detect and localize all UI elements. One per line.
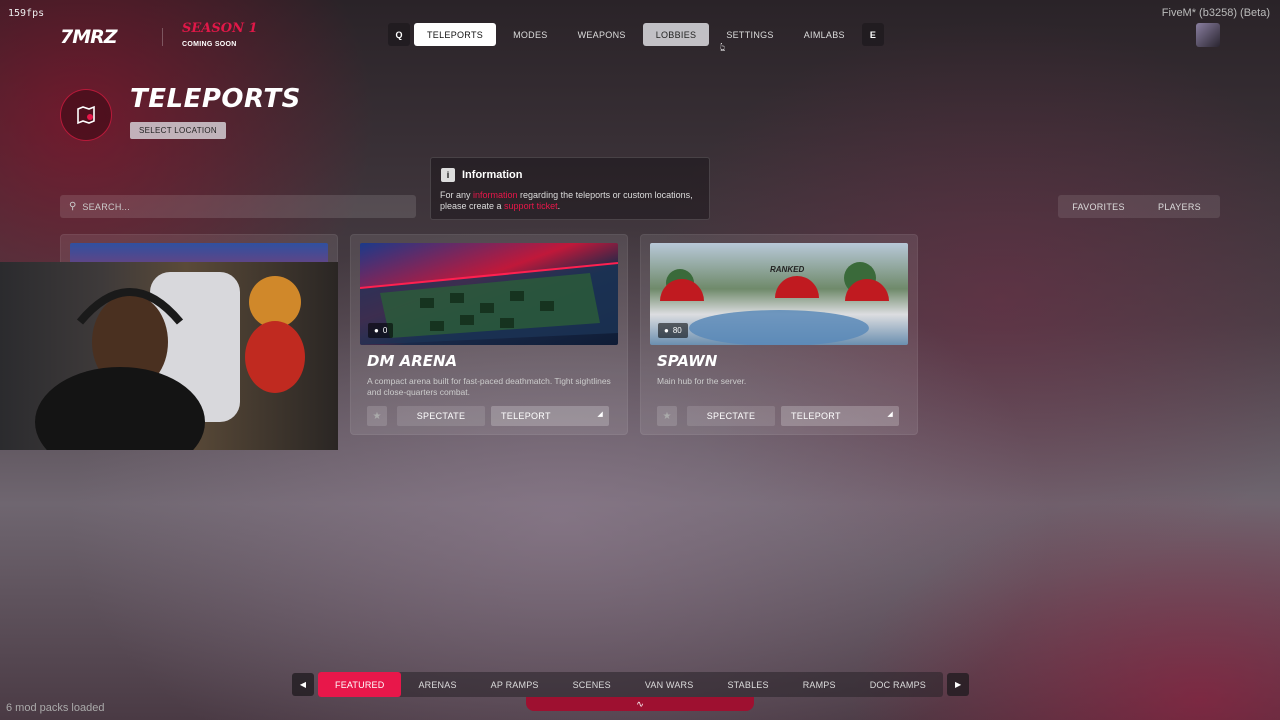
info-link[interactable]: information xyxy=(473,190,518,200)
location-image: ● 0 xyxy=(360,243,618,345)
chevron-right-icon: ▶ xyxy=(954,680,962,689)
player-count-value: 80 xyxy=(672,326,682,335)
spectate-button[interactable]: SPECTATE xyxy=(687,406,775,426)
spectate-button[interactable]: SPECTATE xyxy=(397,406,485,426)
tab-weapons[interactable]: WEAPONS xyxy=(565,23,639,46)
favorite-button[interactable]: ★ xyxy=(367,406,387,426)
webcam-overlay xyxy=(0,262,338,450)
tab-favorites[interactable]: FAVORITES xyxy=(1058,195,1139,218)
location-card-spawn[interactable]: RANKED ● 80 SPAWN Main hub for the server… xyxy=(640,234,918,435)
tab-modes[interactable]: MODES xyxy=(500,23,561,46)
info-panel: i Information For any information regard… xyxy=(430,157,710,220)
player-count: ● 0 xyxy=(368,323,394,338)
tab-lobbies[interactable]: LOBBIES xyxy=(642,23,710,46)
map-pin-icon xyxy=(60,89,112,141)
corner-icon: ◢ xyxy=(597,411,603,418)
category-nav: ◀ FEATURED ARENAS AP RAMPS SCENES VAN WA… xyxy=(292,672,970,697)
category-scenes[interactable]: SCENES xyxy=(556,672,628,697)
brand-logo: 7MRZ xyxy=(60,26,118,48)
category-tabs: FEATURED ARENAS AP RAMPS SCENES VAN WARS… xyxy=(318,672,944,697)
chevron-left-icon: ◀ xyxy=(299,680,307,689)
category-next-button[interactable]: ▶ xyxy=(947,673,970,696)
season-label: SEASON 1 xyxy=(182,21,258,36)
location-card-dm-arena[interactable]: ● 0 DM ARENA A compact arena built for fa… xyxy=(350,234,628,435)
category-doc-ramps[interactable]: DOC RAMPS xyxy=(853,672,943,697)
star-icon: ★ xyxy=(662,410,672,422)
category-van-wars[interactable]: VAN WARS xyxy=(628,672,711,697)
tab-players[interactable]: PLAYERS xyxy=(1139,195,1220,218)
ranked-sign: RANKED xyxy=(770,265,805,274)
pulse-icon: ∿ xyxy=(636,698,644,709)
user-icon: ● xyxy=(664,326,669,335)
star-icon: ★ xyxy=(372,410,382,422)
search-input[interactable]: ⚲ SEARCH... xyxy=(60,195,416,218)
player-count: ● 80 xyxy=(658,323,688,338)
info-text-part: . xyxy=(557,201,561,211)
teleport-button[interactable]: TELEPORT ◢ xyxy=(781,406,899,426)
nav-next-key[interactable]: E xyxy=(861,23,884,46)
support-ticket-link[interactable]: support ticket xyxy=(504,201,558,211)
category-ap-ramps[interactable]: AP RAMPS xyxy=(474,672,556,697)
category-featured[interactable]: FEATURED xyxy=(318,672,402,697)
mod-packs-status: 6 mod packs loaded xyxy=(6,702,105,714)
location-image: RANKED ● 80 xyxy=(650,243,908,345)
coming-soon-label: COMING SOON xyxy=(182,41,237,48)
top-nav: Q TELEPORTS MODES WEAPONS LOBBIES SETTIN… xyxy=(388,23,884,46)
location-title: DM ARENA xyxy=(367,352,458,370)
tab-teleports[interactable]: TELEPORTS xyxy=(414,23,497,46)
category-ramps[interactable]: RAMPS xyxy=(786,672,853,697)
teleport-label: TELEPORT xyxy=(791,411,841,421)
info-title: Information xyxy=(462,169,523,181)
corner-icon: ◢ xyxy=(887,411,893,418)
category-arenas[interactable]: ARENAS xyxy=(401,672,473,697)
fivem-version: FiveM* (b3258) (Beta) xyxy=(1161,7,1270,19)
page-subtitle: SELECT LOCATION xyxy=(130,122,226,139)
filter-tabs: FAVORITES PLAYERS xyxy=(1058,195,1220,218)
player-count-value: 0 xyxy=(382,326,388,335)
avatar[interactable] xyxy=(1196,23,1220,47)
search-icon: ⚲ xyxy=(69,201,77,212)
page-title: TELEPORTS xyxy=(130,84,301,114)
category-stables[interactable]: STABLES xyxy=(710,672,785,697)
user-icon: ● xyxy=(374,326,379,335)
location-title: SPAWN xyxy=(657,352,718,370)
info-text: For any information regarding the telepo… xyxy=(440,190,702,212)
nav-prev-key[interactable]: Q xyxy=(388,23,410,46)
search-placeholder: SEARCH... xyxy=(82,201,131,212)
fps-counter: 159fps xyxy=(8,8,45,19)
location-description: A compact arena built for fast-paced dea… xyxy=(367,376,611,397)
info-text-part: For any xyxy=(440,190,474,200)
bottom-handle[interactable]: ∿ xyxy=(526,697,754,711)
category-prev-button[interactable]: ◀ xyxy=(292,673,314,696)
favorite-button[interactable]: ★ xyxy=(657,406,677,426)
teleport-button[interactable]: TELEPORT ◢ xyxy=(491,406,609,426)
teleport-label: TELEPORT xyxy=(501,411,551,421)
location-description: Main hub for the server. xyxy=(657,376,747,386)
tab-aimlabs[interactable]: AIMLABS xyxy=(791,23,858,46)
mouse-cursor-icon: 👆︎ xyxy=(720,40,726,54)
logo-divider xyxy=(162,28,163,46)
info-icon: i xyxy=(441,168,455,182)
